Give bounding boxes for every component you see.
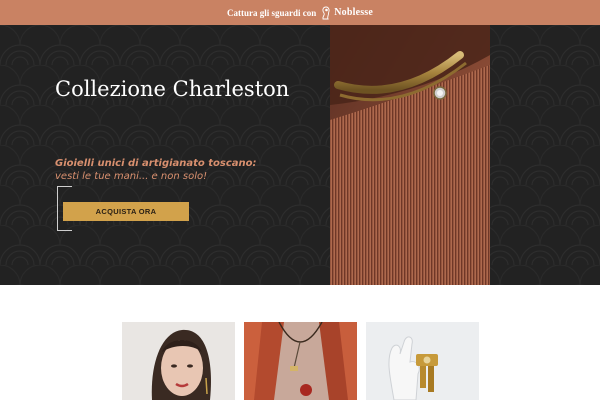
promo-text: Cattura gli sguardi con — [226, 7, 317, 18]
hero-title: Collezione Charleston — [55, 77, 290, 101]
hero-subtitle-bold: Gioielli unici di artigianato toscano: — [55, 158, 257, 169]
ring-on-hand-display-photo — [366, 322, 479, 400]
gallery — [0, 322, 600, 400]
hero-subtitle-text: vesti le tue mani... e non solo! — [55, 171, 208, 182]
woman-profile-logo-icon — [322, 6, 330, 19]
art-deco-background-pattern — [0, 25, 600, 285]
gallery-item[interactable] — [122, 322, 235, 400]
buy-now-button[interactable]: ACQUISTA ORA — [63, 202, 189, 221]
hero-product-photo — [330, 25, 490, 285]
brand-logo[interactable]: Noblesse — [320, 6, 373, 20]
hero-subtitle: Gioielli unici di artigianato toscano: v… — [55, 157, 315, 183]
top-promo-bar: Cattura gli sguardi con Noblesse — [0, 0, 600, 25]
woman-portrait-photo — [122, 322, 235, 400]
hero-banner: Collezione Charleston Gioielli unici di … — [0, 25, 600, 285]
gallery-item[interactable] — [244, 322, 357, 400]
brand-name: Noblesse — [334, 7, 374, 18]
necklace-on-model-photo — [244, 322, 357, 400]
gallery-item[interactable] — [366, 322, 479, 400]
